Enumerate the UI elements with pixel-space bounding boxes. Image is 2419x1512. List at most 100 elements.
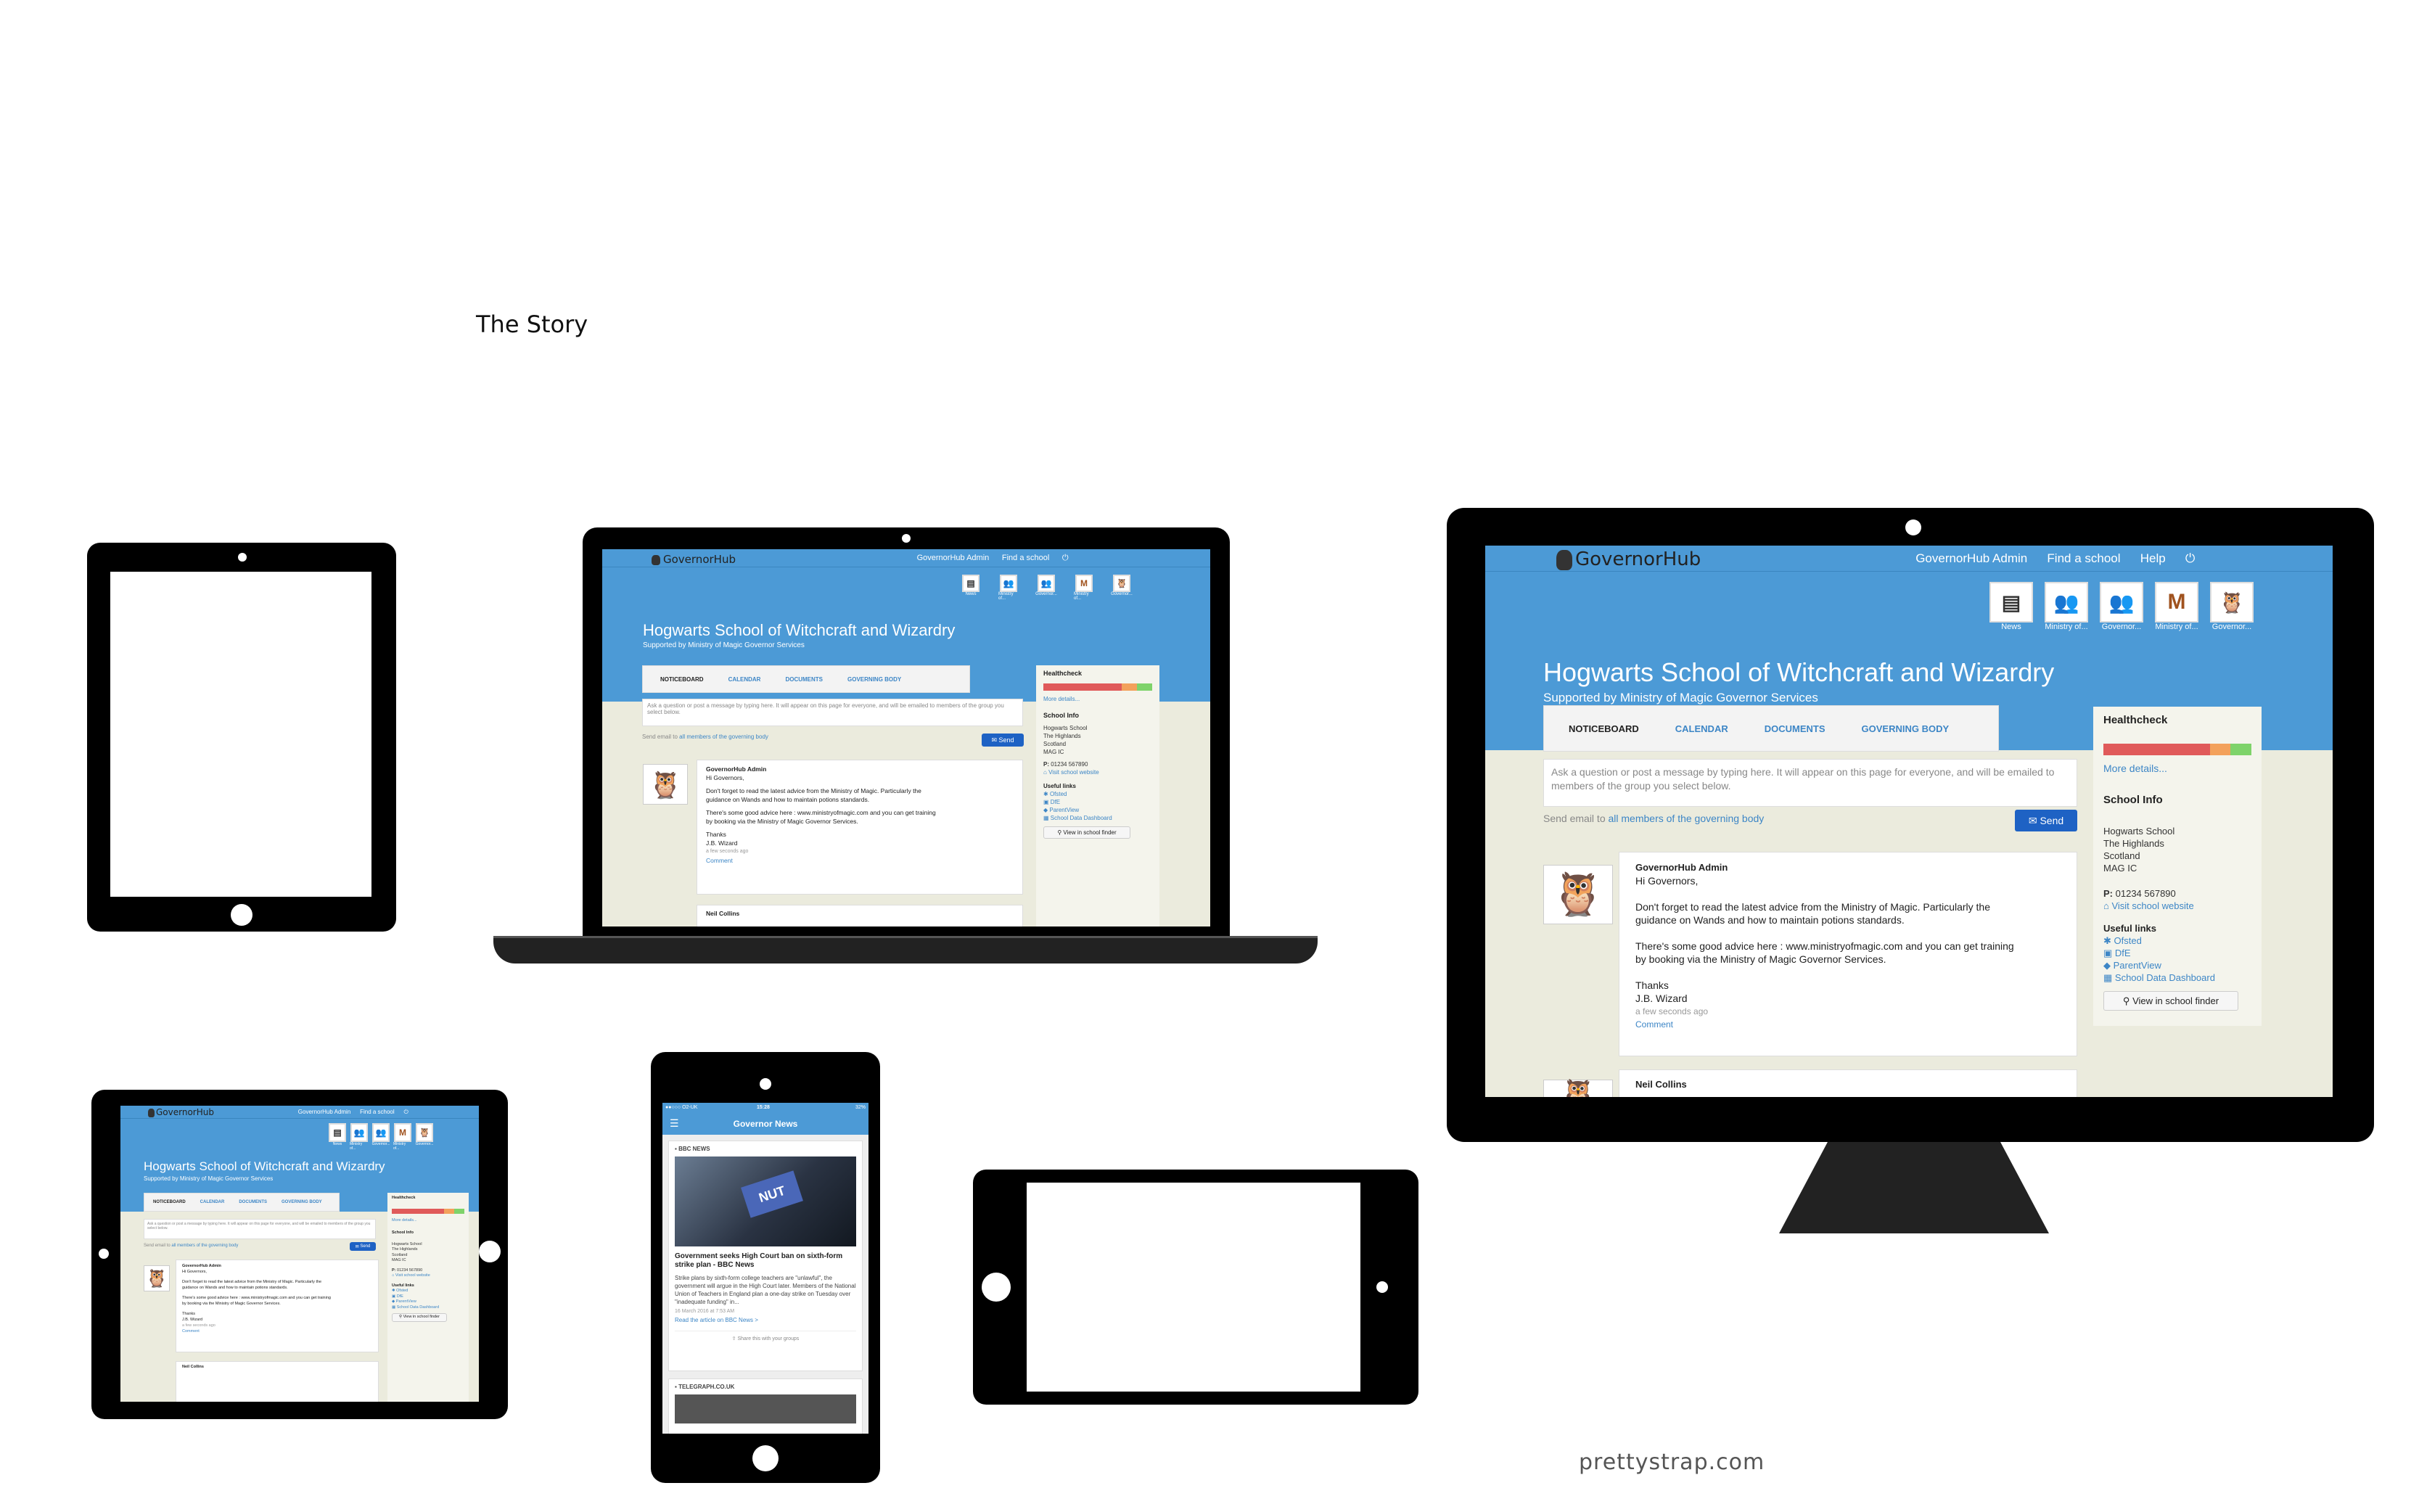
comment-link[interactable]: Comment [1635,1018,2061,1031]
healthcheck-segment [1043,683,1122,691]
nav-find-school[interactable]: Find a school [1002,554,1049,562]
healthcheck-more[interactable]: More details... [2103,763,2251,775]
footer-brand[interactable]: prettystrap.com [1579,1450,1765,1475]
tab-noticeboard[interactable]: NOTICEBOARD [153,1200,186,1204]
group-news[interactable]: ▤ News [328,1123,347,1151]
link-dashboard[interactable]: ▦ School Data Dashboard [1043,814,1152,822]
post-input[interactable]: Ask a question or post a message by typi… [144,1219,376,1239]
tab-bar: NOTICEBOARD CALENDAR DOCUMENTS GOVERNING… [1543,705,1999,752]
link-dashboard[interactable]: ▦ School Data Dashboard [2103,971,2251,984]
power-icon[interactable]: ⏻ [1062,554,1069,562]
link-parentview[interactable]: ◆ ParentView [392,1299,464,1305]
link-ofsted[interactable]: ✱ Ofsted [1043,790,1152,798]
share-row[interactable]: ⇪ Share this with your groups [675,1331,856,1342]
link-dashboard[interactable]: ▦ School Data Dashboard [392,1305,464,1311]
tab-noticeboard[interactable]: NOTICEBOARD [660,676,704,683]
message-line: guidance on Wands and how to maintain po… [182,1286,288,1290]
useful-title: Useful links [2103,923,2156,934]
group-ministry[interactable]: 👥 Ministry of... [2044,582,2089,631]
group-ministry[interactable]: 👥 Ministry of... [998,575,1019,601]
tab-documents[interactable]: DOCUMENTS [785,676,823,683]
logo[interactable]: GovernorHub [148,1107,214,1117]
home-button[interactable] [231,904,252,926]
logo[interactable]: GovernorHub [1556,548,1701,570]
logo[interactable]: GovernorHub [652,553,736,566]
link-dfe[interactable]: ▣ DfE [392,1294,464,1300]
group-governor-2[interactable]: 🦉 Governor... [2209,582,2254,631]
school-finder-button[interactable]: ⚲ View in school finder [392,1313,447,1322]
group-governor[interactable]: 👥 Governor... [1035,575,1057,601]
recipients-link[interactable]: all members of the governing body [1609,813,1765,824]
battery: 32% [855,1105,866,1110]
group-governor-2[interactable]: 🦉 Governor... [1111,575,1133,601]
post-input[interactable]: Ask a question or post a message by typi… [642,699,1023,726]
message-card-2: Neil Collins [697,905,1023,926]
nav-admin[interactable]: GovernorHub Admin [917,554,990,562]
school-subtitle: Supported by Ministry of Magic Governor … [643,641,805,649]
comment-link[interactable]: Comment [706,856,1014,865]
send-button[interactable]: ✉ Send [350,1242,376,1251]
tab-calendar[interactable]: CALENDAR [200,1200,225,1204]
nav-help[interactable]: Help [2140,551,2166,565]
group-ministry[interactable]: 👥 Ministry of... [350,1123,369,1151]
website-link[interactable]: ⌂ Visit school website [1043,768,1152,776]
read-more-link[interactable]: Read the article on BBC News > [675,1317,856,1323]
healthcheck-title: Healthcheck [1043,670,1083,677]
nav-admin[interactable]: GovernorHub Admin [298,1109,350,1115]
comment-link[interactable]: Comment [182,1328,372,1334]
group-news[interactable]: ▤ News [1989,582,2034,631]
nav-find-school[interactable]: Find a school [2047,551,2120,565]
camera-dot [1905,519,1921,535]
message-author: Neil Collins [182,1365,204,1369]
link-ofsted[interactable]: ✱ Ofsted [2103,934,2251,947]
link-parentview[interactable]: ◆ ParentView [2103,959,2251,971]
healthcheck-more[interactable]: More details... [1043,695,1152,703]
school-finder-button[interactable]: ⚲ View in school finder [1043,826,1130,839]
website-link[interactable]: ⌂ Visit school website [2103,900,2251,912]
tab-governing-body[interactable]: GOVERNING BODY [1862,723,1950,734]
link-dfe[interactable]: ▣ DfE [2103,947,2251,959]
link-ofsted[interactable]: ✱ Ofsted [392,1289,464,1294]
tab-noticeboard[interactable]: NOTICEBOARD [1569,723,1639,734]
post-input[interactable]: Ask a question or post a message by typi… [1543,759,2077,807]
news-card-2: ▪ TELEGRAPH.CO.UK [668,1379,863,1434]
article-headline[interactable]: Government seeks High Court ban on sixth… [675,1252,856,1270]
nav-find-school[interactable]: Find a school [360,1109,395,1115]
group-governor[interactable]: 👥 Governor... [371,1123,390,1151]
sidebar: Healthcheck More details... School Info … [1036,665,1159,926]
nav-admin[interactable]: GovernorHub Admin [1915,551,2027,565]
group-governor-2[interactable]: 🦉 Governor... [415,1123,434,1151]
address-line: Hogwarts School [2103,826,2175,837]
healthcheck-more[interactable]: More details... [392,1218,464,1224]
tab-documents[interactable]: DOCUMENTS [1765,723,1825,734]
power-icon[interactable]: ⏻ [403,1109,408,1115]
power-icon[interactable]: ⏻ [2185,551,2195,565]
send-button[interactable]: ✉ Send [2015,810,2077,831]
recipients-link[interactable]: all members of the governing body [171,1244,238,1248]
group-governor[interactable]: 👥 Governor... [2099,582,2144,631]
message-thanks: Thanks [1635,979,1669,991]
home-button[interactable] [752,1445,779,1471]
message-author: Neil Collins [706,910,740,917]
home-button[interactable] [479,1241,501,1262]
tab-calendar[interactable]: CALENDAR [1675,723,1728,734]
recipients-link[interactable]: all members of the governing body [679,734,768,740]
group-ministry-2[interactable]: M Ministry of... [393,1123,412,1151]
tab-documents[interactable]: DOCUMENTS [239,1200,267,1204]
link-dfe[interactable]: ▣ DfE [1043,798,1152,806]
link-parentview[interactable]: ◆ ParentView [1043,806,1152,814]
healthcheck-title: Healthcheck [392,1196,416,1200]
home-button[interactable] [982,1273,1011,1302]
send-button[interactable]: ✉ Send [982,734,1024,747]
message-sign: J.B. Wizard [1635,993,1688,1004]
tab-governing-body[interactable]: GOVERNING BODY [847,676,901,683]
school-finder-button[interactable]: ⚲ View in school finder [2103,991,2238,1011]
group-news[interactable]: ▤ News [961,575,981,601]
website-link[interactable]: ⌂ Visit school website [392,1273,464,1279]
article-body: Strike plans by sixth-form college teach… [675,1275,856,1305]
group-ministry-2[interactable]: M Ministry of... [2154,582,2199,631]
group-ministry-2[interactable]: M Ministry of... [1074,575,1094,601]
owl-icon [148,1108,155,1117]
tab-governing-body[interactable]: GOVERNING BODY [282,1200,322,1204]
tab-calendar[interactable]: CALENDAR [728,676,761,683]
